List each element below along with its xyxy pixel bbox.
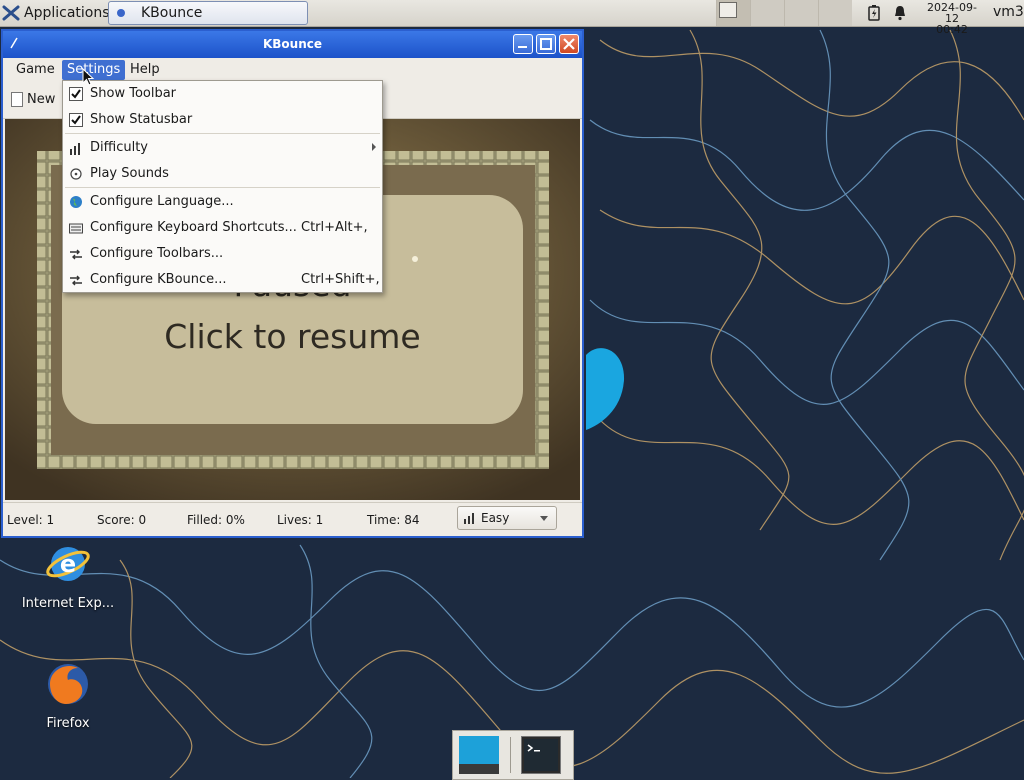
menu-help[interactable]: Help [125, 60, 165, 80]
maximize-icon [540, 38, 552, 50]
menu-item-configure-shortcuts[interactable]: Configure Keyboard Shortcuts... Ctrl+Alt… [63, 215, 382, 241]
difficulty-bars-icon [464, 513, 474, 524]
dock [452, 730, 574, 780]
applications-menu[interactable]: Applications [2, 2, 119, 24]
xfce-logo-icon [2, 5, 20, 21]
menu-item-configure-kbounce[interactable]: Configure KBounce... Ctrl+Shift+, [63, 267, 382, 293]
desktop-icon-firefox[interactable]: Firefox [20, 660, 116, 731]
system-tray [860, 0, 908, 26]
mouse-cursor-icon [82, 68, 95, 86]
desktop-icon-label: Internet Exp... [21, 596, 115, 611]
notification-bell-icon[interactable] [892, 4, 908, 22]
hostname-label: vm3 [993, 4, 1024, 20]
workspace-2[interactable] [750, 0, 784, 26]
minimize-button[interactable] [513, 34, 533, 54]
terminal-icon [524, 739, 558, 771]
menu-item-show-toolbar[interactable]: Show Toolbar [63, 81, 382, 107]
workspace-switcher [716, 0, 852, 26]
dock-item-terminal[interactable] [521, 736, 561, 774]
workspace-window-thumbnail [719, 2, 737, 18]
status-time: Time: 84 [367, 513, 420, 527]
minimize-icon [518, 46, 527, 48]
window-titlebar[interactable]: KBounce [3, 31, 582, 58]
menu-item-label: Difficulty [90, 140, 148, 155]
menu-item-difficulty[interactable]: Difficulty [63, 135, 382, 161]
submenu-arrow-icon [372, 143, 376, 151]
firefox-icon [48, 664, 88, 704]
dock-separator [510, 737, 511, 773]
clock-date: 2024-09-12 [927, 1, 977, 25]
new-document-icon [11, 92, 23, 107]
menu-item-label: Show Statusbar [90, 112, 193, 127]
settings-menu: Show Toolbar Show Statusbar Difficulty P… [62, 80, 383, 293]
globe-icon [70, 196, 82, 208]
menu-separator [65, 133, 380, 134]
new-game-button[interactable]: New [11, 92, 55, 107]
menu-item-configure-toolbars[interactable]: Configure Toolbars... [63, 241, 382, 267]
chevron-down-icon [540, 516, 548, 521]
desktop-icon-label: Firefox [46, 716, 90, 731]
menu-item-label: Play Sounds [90, 166, 169, 181]
taskbar-button-kbounce[interactable]: KBounce [108, 1, 308, 25]
desktop-icon-internet-explorer[interactable]: e Internet Exp... [20, 540, 116, 611]
workspace-3[interactable] [784, 0, 818, 26]
internet-explorer-icon: e [46, 547, 90, 581]
menu-item-shortcut: Ctrl+Shift+, [301, 272, 380, 287]
maximize-button[interactable] [536, 34, 556, 54]
close-icon [563, 38, 575, 50]
menu-separator [65, 187, 380, 188]
radio-unchecked-icon [70, 168, 82, 180]
clock[interactable]: 2024-09-12 00:42 [922, 2, 982, 35]
new-game-label: New [27, 92, 56, 107]
menu-item-label: Show Toolbar [90, 86, 177, 101]
configure-icon [70, 275, 82, 286]
close-button[interactable] [559, 34, 579, 54]
menu-item-show-statusbar[interactable]: Show Statusbar [63, 107, 382, 133]
checkbox-checked-icon [69, 113, 83, 127]
battery-icon[interactable] [866, 4, 882, 22]
taskbar-button-label: KBounce [141, 5, 203, 21]
menu-item-label: Configure KBounce... [90, 272, 227, 287]
kbounce-icon [117, 9, 125, 17]
menu-item-play-sounds[interactable]: Play Sounds [63, 161, 382, 187]
clock-time: 00:42 [936, 23, 968, 36]
menu-item-label: Configure Toolbars... [90, 246, 224, 261]
status-filled: Filled: 0% [187, 513, 245, 527]
pause-overlay-line2: Click to resume [164, 317, 421, 356]
difficulty-bars-icon [70, 143, 80, 155]
difficulty-value: Easy [481, 511, 510, 525]
menu-item-configure-language[interactable]: Configure Language... [63, 189, 382, 215]
menu-item-shortcut: Ctrl+Alt+, [301, 220, 368, 235]
status-lives: Lives: 1 [277, 513, 324, 527]
statusbar: Level: 1 Score: 0 Filled: 0% Lives: 1 Ti… [3, 502, 582, 535]
workspace-1[interactable] [716, 0, 750, 26]
svg-text:e: e [60, 550, 76, 578]
files-icon-base [459, 764, 499, 774]
menu-game[interactable]: Game [11, 60, 60, 80]
applications-label: Applications [24, 5, 110, 21]
top-panel: Applications KBounce 2024-09-12 00:42 vm… [0, 0, 1024, 35]
workspace-4[interactable] [818, 0, 852, 26]
menu-item-label: Configure Keyboard Shortcuts... [90, 220, 297, 235]
menu-item-label: Configure Language... [90, 194, 234, 209]
dock-item-files[interactable] [459, 736, 499, 774]
difficulty-combobox[interactable]: Easy [457, 506, 557, 530]
window-title: KBounce [262, 37, 323, 51]
configure-icon [70, 249, 82, 260]
checkbox-checked-icon [69, 87, 83, 101]
status-score: Score: 0 [97, 513, 147, 527]
keyboard-icon [69, 223, 83, 234]
status-level: Level: 1 [7, 513, 55, 527]
